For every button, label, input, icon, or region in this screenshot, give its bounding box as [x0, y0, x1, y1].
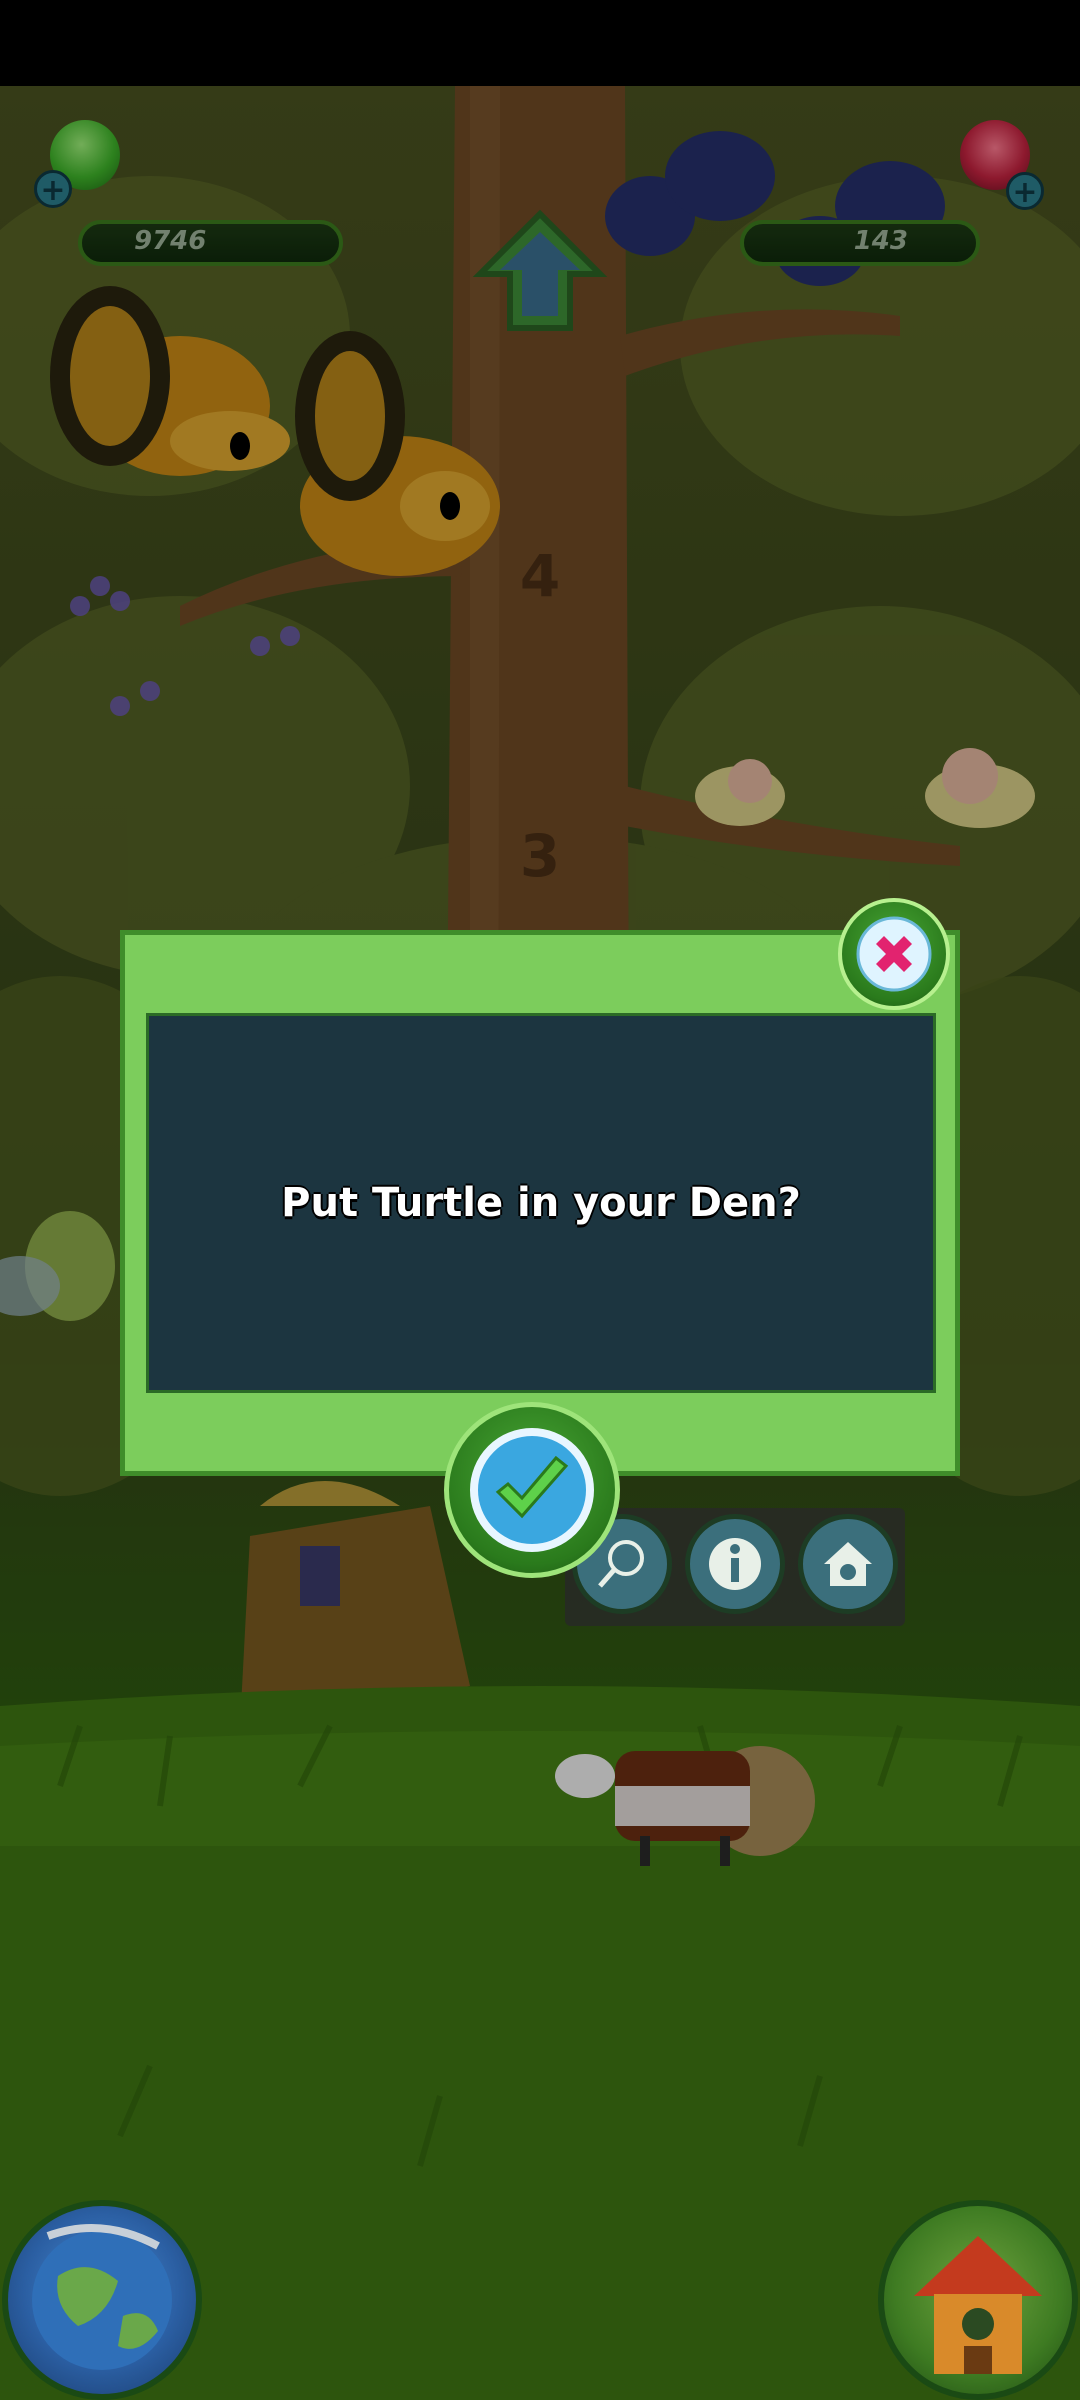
dialog-message-panel: Put Turtle in your Den? — [146, 1013, 936, 1393]
globe-icon — [32, 2224, 172, 2370]
den-house-icon — [824, 1542, 872, 1586]
dialog-message: Put Turtle in your Den? — [281, 1180, 801, 1226]
send-to-den-button[interactable] — [798, 1514, 898, 1614]
info-icon — [709, 1538, 761, 1590]
confirm-button[interactable] — [444, 1402, 620, 1578]
den-button[interactable] — [878, 2200, 1078, 2400]
close-button[interactable] — [838, 898, 950, 1010]
confirm-dialog: Put Turtle in your Den? — [120, 930, 960, 1476]
world-map-button[interactable] — [2, 2200, 202, 2400]
game-screen: 5 4 3 — [0, 0, 1080, 2400]
status-bar — [0, 0, 1080, 86]
checkmark-icon — [470, 1428, 594, 1552]
info-button[interactable] — [685, 1514, 785, 1614]
close-x-icon — [856, 916, 932, 992]
birdhouse-icon — [914, 2236, 1042, 2374]
